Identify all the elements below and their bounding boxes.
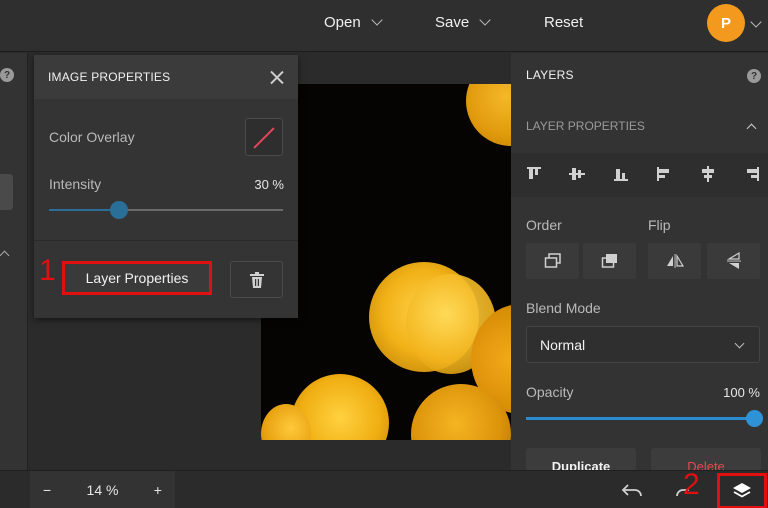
image-properties-title: IMAGE PROPERTIES	[48, 70, 171, 84]
help-icon[interactable]: ?	[747, 69, 761, 83]
chevron-down-icon[interactable]	[750, 16, 762, 28]
layers-toggle-button[interactable]	[717, 473, 767, 508]
blend-mode-select[interactable]: Normal	[526, 326, 760, 363]
send-backward-icon	[544, 253, 561, 268]
chevron-up-icon[interactable]	[746, 123, 757, 134]
order-label: Order	[526, 217, 562, 233]
undo-icon[interactable]	[621, 482, 643, 498]
image-properties-header: IMAGE PROPERTIES	[34, 55, 298, 99]
intensity-slider-thumb[interactable]	[110, 201, 129, 219]
bokeh-light	[466, 84, 511, 146]
align-bottom-icon[interactable]	[612, 165, 630, 183]
flip-vertical-button[interactable]	[707, 243, 760, 279]
align-right-icon[interactable]	[743, 165, 761, 183]
left-tool-strip	[0, 53, 28, 470]
help-icon[interactable]: ?	[0, 68, 14, 82]
zoom-control: − 14 % +	[30, 471, 175, 508]
flip-label: Flip	[648, 217, 671, 233]
annotation-marker-2: 2	[683, 468, 700, 501]
reset-label: Reset	[544, 13, 584, 31]
align-horizontal-center-icon[interactable]	[699, 165, 717, 183]
left-panel-tab[interactable]	[0, 174, 13, 210]
opacity-slider[interactable]	[526, 410, 763, 427]
color-overlay-swatch[interactable]	[245, 118, 283, 156]
trash-icon	[249, 271, 264, 288]
layer-properties-button[interactable]: Layer Properties	[62, 261, 212, 295]
delete-layer-button[interactable]	[230, 261, 283, 298]
open-label: Open	[324, 13, 361, 31]
chevron-down-icon	[371, 14, 383, 26]
chevron-down-icon	[734, 338, 745, 349]
intensity-slider-fill	[49, 209, 120, 211]
layers-icon	[733, 483, 751, 498]
close-icon[interactable]	[270, 70, 284, 84]
align-top-icon[interactable]	[525, 165, 543, 183]
save-label: Save	[435, 13, 470, 31]
save-menu-button[interactable]: Save	[435, 0, 491, 44]
intensity-label: Intensity	[49, 176, 102, 192]
annotation-marker-1: 1	[39, 254, 56, 287]
layer-properties-heading: LAYER PROPERTIES	[526, 119, 645, 133]
zoom-out-button[interactable]: −	[43, 482, 51, 498]
reset-button[interactable]: Reset	[544, 0, 583, 44]
image-canvas[interactable]	[261, 84, 511, 440]
opacity-label: Opacity	[526, 384, 574, 400]
opacity-value: 100 %	[723, 385, 760, 400]
open-menu-button[interactable]: Open	[324, 0, 383, 44]
chevron-down-icon	[479, 14, 491, 26]
align-vertical-center-icon[interactable]	[568, 165, 586, 183]
flip-horizontal-button[interactable]	[648, 243, 701, 279]
color-overlay-label: Color Overlay	[49, 129, 135, 145]
align-left-icon[interactable]	[655, 165, 673, 183]
blend-mode-value: Normal	[540, 336, 586, 353]
alignment-toolbar	[511, 153, 768, 197]
intensity-value: 30 %	[254, 177, 284, 192]
chevron-up-icon[interactable]	[0, 250, 10, 261]
image-properties-panel: IMAGE PROPERTIES Color Overlay Intensity…	[34, 55, 298, 318]
layers-title: LAYERS	[526, 68, 574, 82]
top-bar: Open Save Reset P	[0, 0, 768, 52]
send-backward-button[interactable]	[526, 243, 579, 279]
zoom-level: 14 %	[86, 482, 119, 498]
zoom-in-button[interactable]: +	[154, 482, 162, 498]
bring-forward-icon	[601, 254, 617, 268]
flip-horizontal-icon	[666, 253, 684, 268]
divider	[34, 240, 298, 241]
avatar[interactable]: P	[707, 4, 745, 42]
opacity-slider-thumb[interactable]	[746, 410, 763, 427]
blend-mode-label: Blend Mode	[526, 300, 601, 316]
bottom-bar: − 14 % + 2	[0, 468, 768, 508]
intensity-slider[interactable]	[49, 201, 283, 219]
flip-vertical-icon	[726, 251, 741, 269]
layers-panel: LAYERS ? LAYER PROPERTIES Order Flip Ble…	[511, 53, 768, 478]
bring-forward-button[interactable]	[583, 243, 636, 279]
